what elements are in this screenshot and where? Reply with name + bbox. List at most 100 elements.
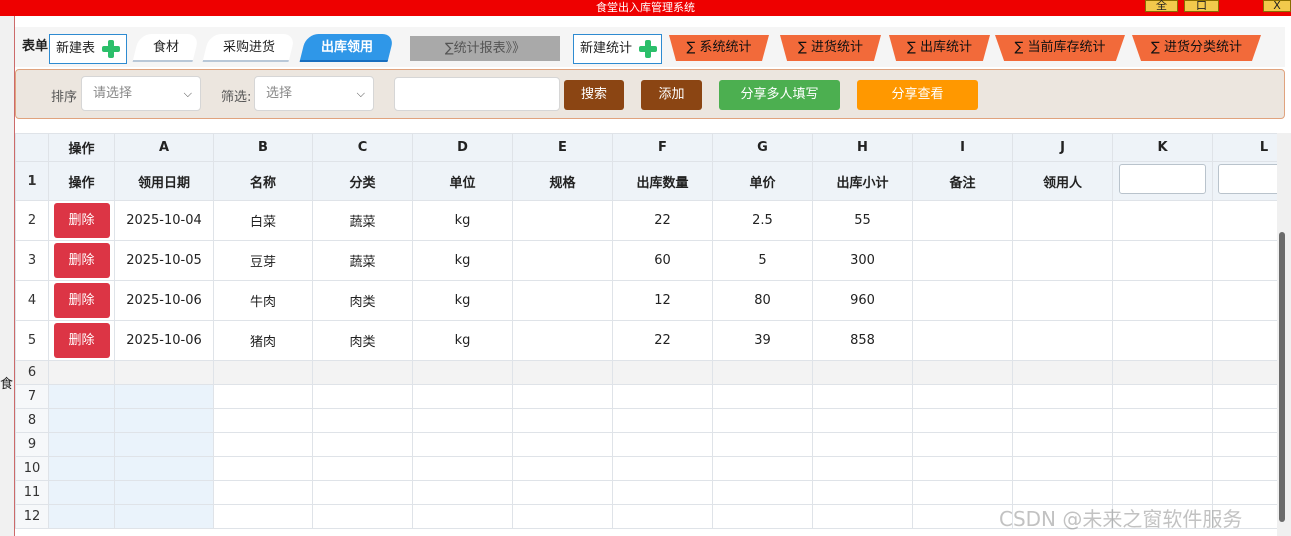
date-cell[interactable]: 2025-10-06 [114,320,214,361]
note-cell[interactable] [912,280,1013,321]
delete-button[interactable]: 删除 [53,203,110,238]
empty-cell[interactable] [712,432,813,457]
unit-cell[interactable]: kg [412,240,513,281]
empty-cell[interactable] [48,504,115,529]
price-cell[interactable]: 2.5 [712,200,813,241]
empty-cell[interactable] [114,384,214,409]
empty-cell[interactable] [612,480,713,505]
empty-cell[interactable] [1112,480,1213,505]
empty-cell[interactable] [512,456,613,481]
scrollbar-thumb[interactable] [1279,232,1285,522]
empty-cell[interactable] [1212,408,1277,433]
name-cell[interactable]: 白菜 [213,200,313,241]
empty-cell[interactable] [1212,200,1277,241]
purchase-stat-tab[interactable]: ∑ 进货统计 [780,35,881,61]
date-cell[interactable]: 2025-10-05 [114,240,214,281]
empty-cell[interactable] [812,456,913,481]
inventory-stat-tab[interactable]: ∑ 当前库存统计 [995,35,1125,61]
empty-cell[interactable] [312,480,413,505]
empty-cell[interactable] [512,432,613,457]
empty-cell[interactable] [1212,280,1277,321]
spec-cell[interactable] [512,240,613,281]
empty-cell[interactable] [213,360,313,385]
empty-cell[interactable] [312,432,413,457]
spec-cell[interactable] [512,200,613,241]
empty-cell[interactable] [612,432,713,457]
empty-cell[interactable] [1212,432,1277,457]
note-cell[interactable] [912,200,1013,241]
empty-cell[interactable] [1212,360,1277,385]
empty-cell[interactable] [1112,320,1213,361]
category-cell[interactable]: 肉类 [312,320,413,361]
share-view-button[interactable]: 分享查看 [857,80,978,110]
empty-cell[interactable] [512,408,613,433]
name-cell[interactable]: 牛肉 [213,280,313,321]
empty-cell[interactable] [1112,240,1213,281]
empty-cell[interactable] [612,384,713,409]
name-cell[interactable]: 豆芽 [213,240,313,281]
outbound-stat-tab[interactable]: ∑ 出库统计 [889,35,990,61]
empty-cell[interactable] [812,360,913,385]
empty-cell[interactable] [213,504,313,529]
empty-cell[interactable] [48,384,115,409]
empty-cell[interactable] [512,480,613,505]
empty-cell[interactable] [612,504,713,529]
receiver-cell[interactable] [1012,320,1113,361]
empty-cell[interactable] [412,360,513,385]
empty-cell[interactable] [912,408,1013,433]
receiver-cell[interactable] [1012,200,1113,241]
restore-button[interactable]: 口 [1184,0,1219,12]
subtotal-cell[interactable]: 858 [812,320,913,361]
category-cell[interactable]: 蔬菜 [312,200,413,241]
fullscreen-button[interactable]: 全 [1145,0,1178,12]
share-fill-button[interactable]: 分享多人填写 [719,80,840,110]
empty-cell[interactable] [812,384,913,409]
delete-button[interactable]: 删除 [53,243,110,278]
empty-cell[interactable] [114,360,214,385]
empty-cell[interactable] [312,456,413,481]
empty-cell[interactable] [213,408,313,433]
empty-cell[interactable] [48,408,115,433]
tab-purchase[interactable]: 采购进货 [202,34,296,62]
empty-cell[interactable] [48,480,115,505]
empty-cell[interactable] [512,360,613,385]
empty-cell[interactable] [612,408,713,433]
empty-cell[interactable] [412,456,513,481]
empty-cell[interactable] [1212,320,1277,361]
price-cell[interactable]: 39 [712,320,813,361]
filter-select[interactable]: 选择 ⌵ [254,76,374,111]
search-input[interactable] [394,77,560,111]
empty-cell[interactable] [1212,240,1277,281]
empty-cell[interactable] [712,360,813,385]
empty-cell[interactable] [1112,456,1213,481]
empty-cell[interactable] [312,360,413,385]
subtotal-cell[interactable]: 300 [812,240,913,281]
date-cell[interactable]: 2025-10-06 [114,280,214,321]
empty-cell[interactable] [412,384,513,409]
category-cell[interactable]: 肉类 [312,280,413,321]
new-table-button[interactable]: 新建表 [49,34,127,64]
empty-cell[interactable] [812,504,913,529]
empty-cell[interactable] [712,480,813,505]
qty-cell[interactable]: 60 [612,240,713,281]
empty-cell[interactable] [1012,432,1113,457]
subtotal-cell[interactable]: 960 [812,280,913,321]
empty-cell[interactable] [1112,432,1213,457]
receiver-cell[interactable] [1012,240,1113,281]
empty-cell[interactable] [512,384,613,409]
empty-cell[interactable] [1112,200,1213,241]
empty-cell[interactable] [912,432,1013,457]
empty-cell[interactable] [1012,408,1113,433]
empty-cell[interactable] [1012,480,1113,505]
empty-cell[interactable] [412,408,513,433]
empty-cell[interactable] [213,432,313,457]
add-button[interactable]: 添加 [641,80,702,110]
empty-cell[interactable] [213,480,313,505]
empty-cell[interactable] [712,384,813,409]
subtotal-cell[interactable]: 55 [812,200,913,241]
qty-cell[interactable]: 12 [612,280,713,321]
delete-button[interactable]: 删除 [53,283,110,318]
qty-cell[interactable]: 22 [612,320,713,361]
spec-cell[interactable] [512,280,613,321]
empty-cell[interactable] [1112,408,1213,433]
